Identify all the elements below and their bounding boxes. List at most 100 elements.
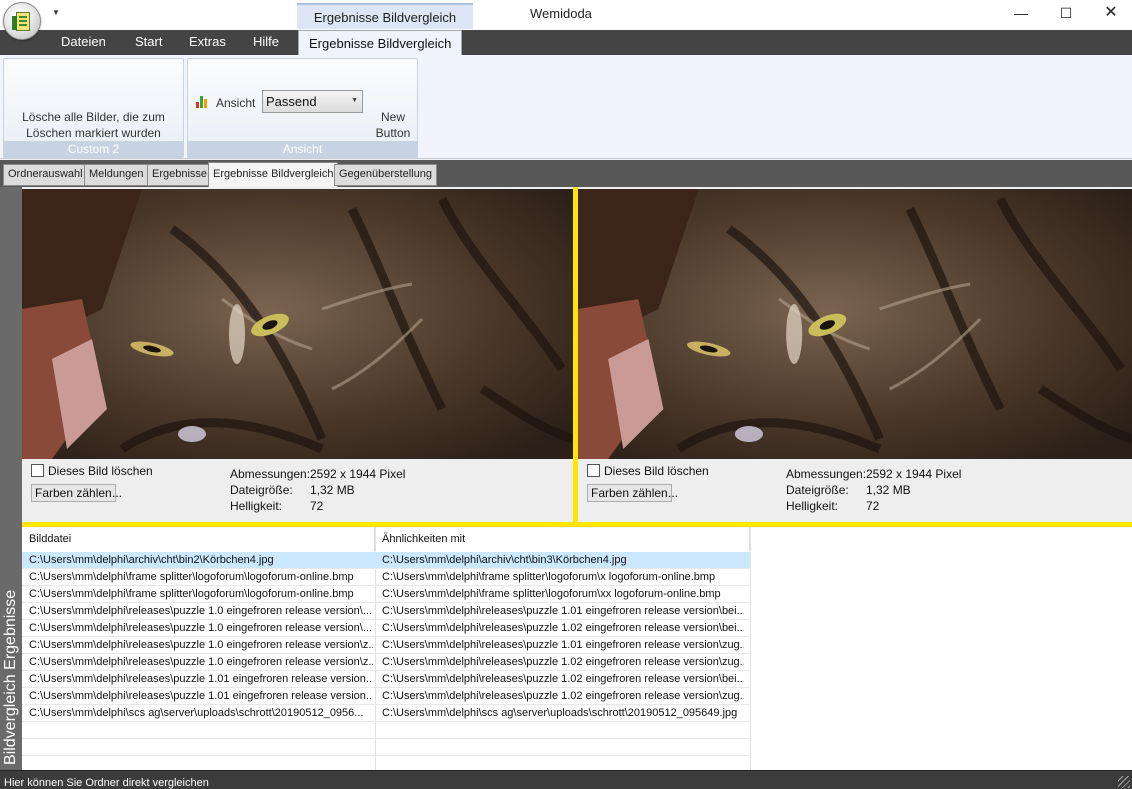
document-icon [12, 12, 30, 31]
close-button[interactable]: ✕ [1088, 0, 1132, 30]
delete-image-checkbox[interactable] [587, 464, 600, 477]
table-row[interactable]: C:\Users\mm\delphi\frame splitter\logofo… [22, 586, 750, 603]
cell-bilddatei: C:\Users\mm\delphi\releases\puzzle 1.01 … [29, 690, 373, 702]
table-row[interactable]: C:\Users\mm\delphi\archiv\cht\bin2\Körbc… [22, 552, 750, 569]
delete-image-label: Dieses Bild löschen [48, 464, 153, 478]
cell-aehnlichkeiten: C:\Users\mm\delphi\frame splitter\logofo… [382, 588, 721, 600]
cell-bilddatei: C:\Users\mm\delphi\releases\puzzle 1.01 … [29, 673, 373, 685]
ribbon-group-ansicht: Ansicht Passend ▼ New Button Ansicht [187, 58, 418, 158]
empty-row [22, 739, 750, 756]
table-row[interactable]: C:\Users\mm\delphi\releases\puzzle 1.01 … [22, 671, 750, 688]
page-tab-meldungen[interactable]: Meldungen [84, 164, 149, 186]
cell-bilddatei: C:\Users\mm\delphi\archiv\cht\bin2\Körbc… [29, 554, 274, 566]
table-row[interactable]: C:\Users\mm\delphi\frame splitter\logofo… [22, 569, 750, 586]
dimensions-value: 2592 x 1944 Pixel [310, 467, 406, 481]
page-tab-gegenueberstellung[interactable]: Gegenüberstellung [334, 164, 437, 186]
page-tab-ergebnisse-bildvergleich[interactable]: Ergebnisse Bildvergleich [208, 162, 339, 187]
tab-dateien[interactable]: Dateien [61, 34, 106, 49]
table-row[interactable]: C:\Users\mm\delphi\releases\puzzle 1.0 e… [22, 620, 750, 637]
quick-access-dropdown-icon[interactable]: ▼ [52, 8, 60, 17]
delete-marked-label-line1: Lösche alle Bilder, die zum [22, 110, 165, 124]
count-colors-button[interactable]: Farben zählen [31, 484, 116, 502]
filesize-label: Dateigröße: [786, 483, 849, 497]
table-row[interactable]: C:\Users\mm\delphi\releases\puzzle 1.0 e… [22, 637, 750, 654]
tab-start[interactable]: Start [135, 34, 162, 49]
table-row[interactable]: C:\Users\mm\delphi\scs ag\server\uploads… [22, 705, 750, 722]
cell-aehnlichkeiten: C:\Users\mm\delphi\releases\puzzle 1.01 … [382, 639, 744, 651]
title-bar: ▼ Ergebnisse Bildvergleich Wemidoda — ☐ … [0, 0, 1132, 40]
minimize-button[interactable]: — [998, 0, 1044, 30]
side-panel-label-strip: Bildvergleich Ergebnisse [0, 187, 22, 770]
cell-aehnlichkeiten: C:\Users\mm\delphi\releases\puzzle 1.02 … [382, 656, 744, 668]
cell-bilddatei: C:\Users\mm\delphi\releases\puzzle 1.0 e… [29, 656, 373, 668]
count-colors-result: ... [112, 486, 123, 500]
brightness-label: Helligkeit: [786, 499, 839, 513]
chevron-down-icon: ▼ [351, 97, 358, 104]
cell-aehnlichkeiten: C:\Users\mm\delphi\frame splitter\logofo… [382, 571, 716, 583]
brightness-value: 72 [310, 499, 324, 513]
tab-extras[interactable]: Extras [189, 34, 226, 49]
status-bar: Hier können Sie Ordner direkt vergleiche… [0, 770, 1132, 789]
maximize-button[interactable]: ☐ [1043, 0, 1089, 30]
left-image-pane: Dieses Bild löschen Farben zählen ... Ab… [22, 187, 573, 525]
column-header-aehnlichkeiten[interactable]: Ähnlichkeiten mit [375, 527, 750, 551]
ribbon-group-custom: Lösche alle Bilder, die zum Löschen mark… [3, 58, 184, 158]
column-header-bilddatei[interactable]: Bilddatei [22, 527, 375, 551]
tab-ergebnisse-bildvergleich[interactable]: Ergebnisse Bildvergleich [298, 30, 463, 56]
right-image-pane: Dieses Bild löschen Farben zählen ... Ab… [578, 187, 1132, 525]
filesize-value: 1,32 MB [310, 483, 355, 497]
ribbon-panel: Lösche alle Bilder, die zum Löschen mark… [0, 55, 1132, 159]
cell-bilddatei: C:\Users\mm\delphi\frame splitter\logofo… [29, 571, 354, 583]
cell-aehnlichkeiten: C:\Users\mm\delphi\archiv\cht\bin3\Körbc… [382, 554, 627, 566]
right-image [578, 189, 1132, 459]
cell-aehnlichkeiten: C:\Users\mm\delphi\releases\puzzle 1.02 … [382, 673, 744, 685]
delete-marked-label-line2: Löschen markiert wurden [26, 126, 161, 140]
ansicht-label: Ansicht [216, 96, 256, 110]
empty-row [22, 722, 750, 739]
count-colors-result: ... [668, 486, 679, 500]
page-tab-ordnerauswahl[interactable]: Ordnerauswahl [3, 164, 88, 186]
side-label: Bildvergleich Ergebnisse [2, 589, 19, 765]
ansicht-select-value: Passend [266, 94, 317, 109]
cell-aehnlichkeiten: C:\Users\mm\delphi\releases\puzzle 1.02 … [382, 622, 744, 634]
tab-hilfe[interactable]: Hilfe [253, 34, 279, 49]
table-row[interactable]: C:\Users\mm\delphi\releases\puzzle 1.0 e… [22, 654, 750, 671]
new-button-line2: Button [375, 126, 411, 140]
cell-aehnlichkeiten: C:\Users\mm\delphi\releases\puzzle 1.02 … [382, 690, 744, 702]
app-menu-button[interactable] [3, 2, 41, 40]
dimensions-label: Abmessungen: [230, 467, 311, 481]
ribbon-tab-strip: Dateien Start Extras Hilfe Ergebnisse Bi… [0, 30, 1132, 56]
chart-icon [196, 96, 210, 108]
cell-bilddatei: C:\Users\mm\delphi\releases\puzzle 1.0 e… [29, 622, 372, 634]
cell-bilddatei: C:\Users\mm\delphi\releases\puzzle 1.0 e… [29, 639, 373, 651]
filesize-label: Dateigröße: [230, 483, 293, 497]
brightness-label: Helligkeit: [230, 499, 283, 513]
window-title: Wemidoda [530, 6, 592, 21]
cell-bilddatei: C:\Users\mm\delphi\releases\puzzle 1.0 e… [29, 605, 372, 617]
group-caption-custom: Custom 2 [4, 141, 183, 157]
status-text: Hier können Sie Ordner direkt vergleiche… [4, 777, 209, 789]
table-row[interactable]: C:\Users\mm\delphi\releases\puzzle 1.01 … [22, 688, 750, 705]
cell-aehnlichkeiten: C:\Users\mm\delphi\releases\puzzle 1.01 … [382, 605, 744, 617]
context-tab-header: Ergebnisse Bildvergleich [297, 3, 473, 29]
new-button[interactable]: New Button [371, 109, 415, 141]
delete-marked-images-button[interactable]: Lösche alle Bilder, die zum Löschen mark… [4, 109, 183, 141]
page-tab-strip: Ordnerauswahl Meldungen Ergebnisse Ergeb… [0, 160, 1132, 187]
ansicht-select[interactable]: Passend ▼ [262, 90, 363, 113]
cell-bilddatei: C:\Users\mm\delphi\scs ag\server\uploads… [29, 707, 364, 719]
new-button-line1: New [380, 110, 405, 124]
column-divider [750, 527, 751, 770]
delete-image-label: Dieses Bild löschen [604, 464, 709, 478]
resize-grip-icon[interactable] [1118, 776, 1130, 788]
cell-bilddatei: C:\Users\mm\delphi\frame splitter\logofo… [29, 588, 354, 600]
count-colors-button[interactable]: Farben zählen [587, 484, 672, 502]
page-tab-ergebnisse[interactable]: Ergebnisse [147, 164, 213, 186]
filesize-value: 1,32 MB [866, 483, 911, 497]
delete-image-checkbox[interactable] [31, 464, 44, 477]
table-row[interactable]: C:\Users\mm\delphi\releases\puzzle 1.0 e… [22, 603, 750, 620]
dimensions-value: 2592 x 1944 Pixel [866, 467, 962, 481]
cell-aehnlichkeiten: C:\Users\mm\delphi\scs ag\server\uploads… [382, 707, 738, 719]
dimensions-label: Abmessungen: [786, 467, 867, 481]
results-grid: Bilddatei Ähnlichkeiten mit C:\Users\mm\… [22, 527, 1132, 773]
left-image [22, 189, 573, 459]
